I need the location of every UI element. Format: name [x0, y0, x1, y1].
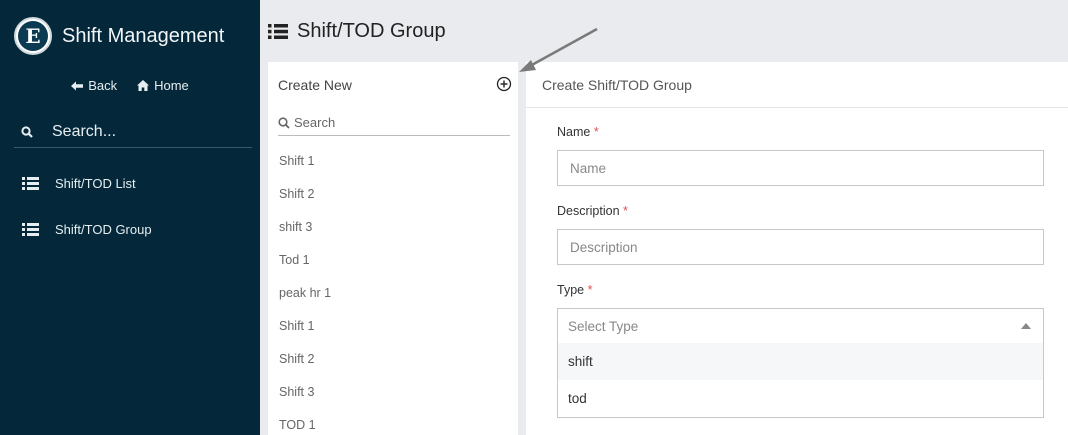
home-button[interactable]: Home: [137, 78, 189, 93]
type-option-shift[interactable]: shift: [558, 343, 1043, 380]
brand-title: Shift Management: [62, 24, 225, 47]
app-logo: E: [14, 17, 52, 55]
type-select-placeholder: Select Type: [568, 318, 639, 334]
type-select[interactable]: Select Type: [557, 308, 1044, 344]
required-marker: *: [593, 125, 599, 139]
list-item[interactable]: Shift 3: [279, 385, 314, 399]
description-field[interactable]: [557, 229, 1044, 265]
home-icon: [137, 80, 150, 91]
group-list-panel: Create New Shift 1 Shift 2 shift 3 Tod 1…: [268, 62, 518, 435]
description-label: Description *: [557, 204, 628, 218]
create-new-label: Create New: [278, 77, 352, 93]
page-title: Shift/TOD Group: [268, 20, 446, 43]
sidebar: E Shift Management Back Home Shift/TOD L…: [0, 0, 260, 435]
search-icon: [14, 125, 40, 138]
type-options-dropdown: shift tod: [557, 343, 1044, 418]
name-label: Name *: [557, 125, 599, 139]
list-item[interactable]: TOD 1: [279, 418, 316, 432]
type-option-tod[interactable]: tod: [558, 380, 1043, 417]
type-label: Type *: [557, 283, 593, 297]
name-field[interactable]: [557, 150, 1044, 186]
list-item[interactable]: Shift 2: [279, 187, 314, 201]
create-group-form: Create Shift/TOD Group Name * Descriptio…: [526, 62, 1068, 435]
home-label: Home: [154, 78, 189, 93]
page-title-text: Shift/TOD Group: [297, 20, 446, 42]
list-item[interactable]: Shift 1: [279, 319, 314, 333]
list-icon: [268, 24, 288, 39]
form-header: Create Shift/TOD Group: [526, 62, 1068, 108]
list-icon: [22, 177, 39, 190]
form-title: Create Shift/TOD Group: [542, 77, 692, 93]
required-marker: *: [587, 283, 593, 297]
sidebar-search-input[interactable]: [52, 122, 242, 141]
sidebar-item-label: Shift/TOD List: [55, 176, 136, 191]
back-label: Back: [88, 78, 118, 93]
caret-up-icon: [1021, 323, 1031, 329]
back-button[interactable]: Back: [71, 78, 117, 93]
search-icon: [278, 116, 290, 129]
add-circle-icon[interactable]: [496, 76, 512, 92]
required-marker: *: [623, 204, 628, 218]
list-search: [278, 110, 510, 136]
arrow-left-icon: [71, 81, 84, 90]
brand: E Shift Management: [14, 16, 224, 56]
list-icon: [22, 223, 39, 236]
list-item[interactable]: Tod 1: [279, 253, 310, 267]
sidebar-item-shift-tod-group[interactable]: Shift/TOD Group: [22, 222, 152, 237]
list-search-input[interactable]: [294, 115, 494, 130]
list-item[interactable]: Shift 1: [279, 154, 314, 168]
sidebar-item-shift-tod-list[interactable]: Shift/TOD List: [22, 176, 136, 191]
list-item[interactable]: shift 3: [279, 220, 312, 234]
list-item[interactable]: peak hr 1: [279, 286, 331, 300]
sidebar-search: [14, 116, 252, 148]
nav-links: Back Home: [0, 78, 260, 93]
list-item[interactable]: Shift 2: [279, 352, 314, 366]
sidebar-item-label: Shift/TOD Group: [55, 222, 152, 237]
